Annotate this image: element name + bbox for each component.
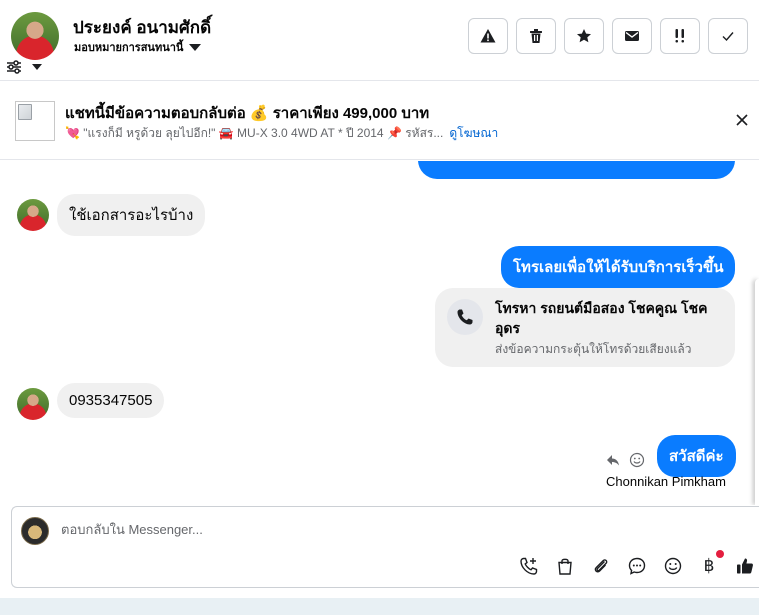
star-icon <box>577 29 591 43</box>
shop-button[interactable] <box>554 555 576 577</box>
close-icon[interactable] <box>734 112 750 128</box>
mark-unread-button[interactable] <box>612 18 652 54</box>
filter-dropdown[interactable] <box>6 60 42 74</box>
ad-context-banner: แชทนี้มีข้อความตอบกลับต่อ 💰 ราคาเพียง 49… <box>0 82 759 160</box>
outgoing-message: โทรเลยเพื่อให้ได้รับบริการเร็วขึ้น <box>501 246 736 288</box>
emoji-button[interactable] <box>662 555 684 577</box>
call-button[interactable] <box>518 555 540 577</box>
incoming-message: 0935347505 <box>57 383 165 418</box>
assign-label: มอบหมายการสนทนานี้ <box>74 42 184 54</box>
outgoing-message-partial <box>418 161 735 179</box>
ad-thumbnail <box>15 101 55 141</box>
check-icon <box>722 32 734 42</box>
bottom-bar <box>0 598 759 615</box>
react-emoji-icon[interactable] <box>629 452 645 468</box>
ad-subtitle-row: 💘 "แรงก็มี หรูด้วย ลุยไปอีก!" 🚘 MU-X 3.0… <box>65 124 498 143</box>
like-button[interactable] <box>734 555 756 577</box>
mark-done-button[interactable] <box>708 18 748 54</box>
call-card-subtitle: ส่งข้อความกระตุ้นให้โทรด้วยเสียงแล้ว <box>495 342 692 356</box>
notification-dot <box>716 550 724 558</box>
smiley-icon <box>664 557 682 575</box>
thumbs-up-icon <box>737 558 753 574</box>
reply-icon[interactable] <box>606 453 620 467</box>
warning-icon <box>480 29 496 43</box>
delete-button[interactable] <box>516 18 556 54</box>
reply-input[interactable] <box>61 522 661 537</box>
chevron-down-icon <box>189 43 202 51</box>
sender-name: Chonnikan Pimkham <box>606 474 726 489</box>
paperclip-icon <box>594 559 608 573</box>
message-thread[interactable]: ใช้เอกสารอะไรบ้าง โทรเลยเพื่อให้ได้รับบร… <box>0 161 759 505</box>
star-button[interactable] <box>564 18 604 54</box>
contact-name[interactable]: ประยงค์ อนามศักดิ์ <box>73 14 211 41</box>
view-ad-link[interactable]: ดูโฆษณา <box>449 124 498 143</box>
report-button[interactable] <box>468 18 508 54</box>
contact-avatar <box>17 388 49 420</box>
phone-icon <box>447 299 483 335</box>
contact-avatar[interactable] <box>11 12 59 60</box>
ad-subtitle: 💘 "แรงก็มี หรูด้วย ลุยไปอีก!" 🚘 MU-X 3.0… <box>65 126 444 140</box>
shopping-bag-icon <box>558 558 572 575</box>
incoming-message: ใช้เอกสารอะไรบ้าง <box>57 194 206 236</box>
call-prompt-card[interactable]: โทรหา รถยนต์มือสอง โชคคูณ โชค อุดร ส่งข้… <box>435 288 735 367</box>
chat-bubble-icon <box>628 557 646 575</box>
conversation-header: ประยงค์ อนามศักดิ์ มอบหมายการสนทนานี้ <box>0 0 759 81</box>
chevron-down-icon <box>32 64 42 70</box>
trash-icon <box>530 29 542 43</box>
page-avatar <box>21 517 49 545</box>
outgoing-message: สวัสดีค่ะ <box>657 435 736 477</box>
double-exclamation-icon <box>675 29 684 43</box>
saved-replies-button[interactable] <box>626 555 648 577</box>
sliders-icon <box>7 60 21 74</box>
payment-button[interactable]: ฿ <box>698 555 720 577</box>
contact-avatar <box>17 199 49 231</box>
assign-conversation-dropdown[interactable]: มอบหมายการสนทนานี้ <box>74 38 202 56</box>
follow-up-button[interactable] <box>660 18 700 54</box>
baht-icon: ฿ <box>703 556 715 576</box>
ad-title: แชทนี้มีข้อความตอบกลับต่อ 💰 ราคาเพียง 49… <box>65 105 430 122</box>
call-card-title: โทรหา รถยนต์มือสอง โชคคูณ โชค อุดร <box>495 300 708 336</box>
phone-plus-icon <box>520 557 538 575</box>
envelope-icon <box>625 31 639 41</box>
side-panel-edge <box>755 279 759 505</box>
reply-composer: ฿ <box>11 506 759 588</box>
attach-button[interactable] <box>590 555 612 577</box>
